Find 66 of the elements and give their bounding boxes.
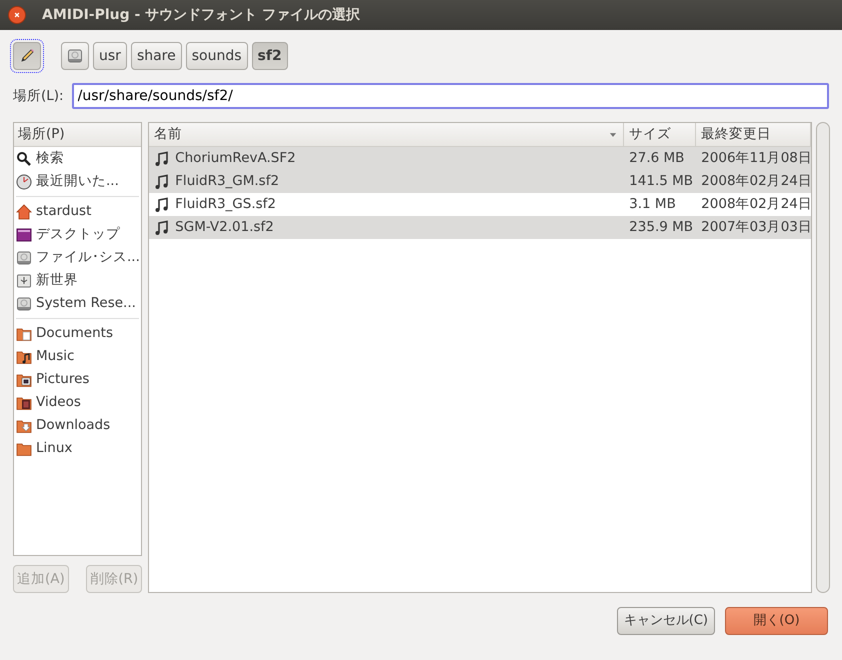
path-button[interactable]: usr [93, 42, 127, 70]
place-item[interactable]: Linux [14, 437, 142, 460]
file-row[interactable]: FluidR3_GM.sf2 141.5 MB 2008年02月24日 [149, 170, 812, 193]
path-button[interactable]: share [130, 42, 182, 70]
place-item[interactable]: 最近開いた... [14, 170, 142, 193]
search-icon [16, 150, 32, 166]
place-item[interactable]: ファイル･シス... [14, 246, 142, 269]
close-icon [12, 10, 22, 20]
place-item[interactable]: Documents [14, 322, 142, 345]
house-icon [16, 204, 32, 220]
usb-drive-icon [16, 272, 32, 288]
drive-button[interactable] [61, 42, 89, 70]
file-size: 141.5 MB [629, 172, 694, 192]
place-item[interactable]: 新世界 [14, 269, 142, 292]
place-item[interactable]: System Rese... [14, 292, 142, 315]
folder-film-icon [16, 394, 32, 410]
file-size: 27.6 MB [629, 149, 684, 168]
column-header[interactable]: 最終変更日 [696, 123, 812, 146]
folder-music-icon [16, 348, 32, 364]
window-title: AMIDI-Plug - サウンドフォント ファイルの選択 [42, 6, 360, 24]
place-item[interactable]: 検索 [14, 147, 142, 170]
folder-document-icon [16, 326, 32, 342]
folder-download-icon [16, 418, 32, 434]
music-note-icon [154, 196, 170, 212]
edit-toggle-button[interactable] [13, 42, 41, 70]
file-row[interactable]: SGM-V2.01.sf2 235.9 MB 2007年03月03日 [149, 216, 812, 239]
place-item[interactable]: Music [14, 345, 142, 368]
drive-icon [67, 48, 83, 64]
file-date: 2007年03月03日 [701, 218, 812, 238]
scrollbar[interactable] [816, 122, 830, 593]
drive-icon [16, 250, 32, 266]
place-item[interactable]: Downloads [14, 414, 142, 437]
place-item[interactable]: デスクトップ [14, 223, 142, 246]
path-button[interactable]: sf2 [252, 42, 288, 70]
clock-icon [16, 174, 32, 190]
music-note-icon [154, 150, 170, 166]
place-item[interactable]: Pictures [14, 368, 142, 391]
file-name: SGM-V2.01.sf2 [175, 218, 274, 238]
file-size: 235.9 MB [629, 218, 694, 238]
location-label: 場所(L): [13, 86, 64, 106]
places-header[interactable]: 場所(P) [14, 123, 142, 147]
music-note-icon [154, 220, 170, 236]
file-date: 2008年02月24日 [701, 172, 812, 192]
drive-icon [16, 296, 32, 312]
cancel-button[interactable]: キャンセル(C) [616, 607, 715, 635]
desktop-icon [16, 226, 32, 242]
folder-icon [16, 440, 32, 456]
path-button[interactable]: sounds [186, 42, 248, 70]
file-row[interactable]: ChoriumRevA.SF2 27.6 MB 2006年11月08日 [149, 147, 812, 170]
file-date: 2006年11月08日 [701, 149, 812, 168]
file-name: ChoriumRevA.SF2 [175, 149, 296, 168]
place-item[interactable]: Videos [14, 391, 142, 414]
file-row[interactable]: FluidR3_GS.sf2 3.1 MB 2008年02月24日 [149, 193, 812, 216]
folder-picture-icon [16, 372, 32, 388]
music-note-icon [154, 174, 170, 190]
file-name: FluidR3_GM.sf2 [175, 172, 280, 192]
file-name: FluidR3_GS.sf2 [175, 195, 276, 214]
column-header[interactable]: サイズ [624, 123, 696, 146]
open-button[interactable]: 開く(O) [725, 607, 828, 635]
close-button[interactable] [8, 6, 26, 24]
file-date: 2008年02月24日 [701, 195, 812, 214]
column-title: 名前 [154, 125, 182, 144]
pencil-icon [19, 48, 35, 64]
location-field[interactable]: /usr/share/sounds/sf2/ [72, 83, 829, 109]
place-item[interactable]: stardust [14, 200, 142, 223]
file-size: 3.1 MB [629, 195, 676, 214]
